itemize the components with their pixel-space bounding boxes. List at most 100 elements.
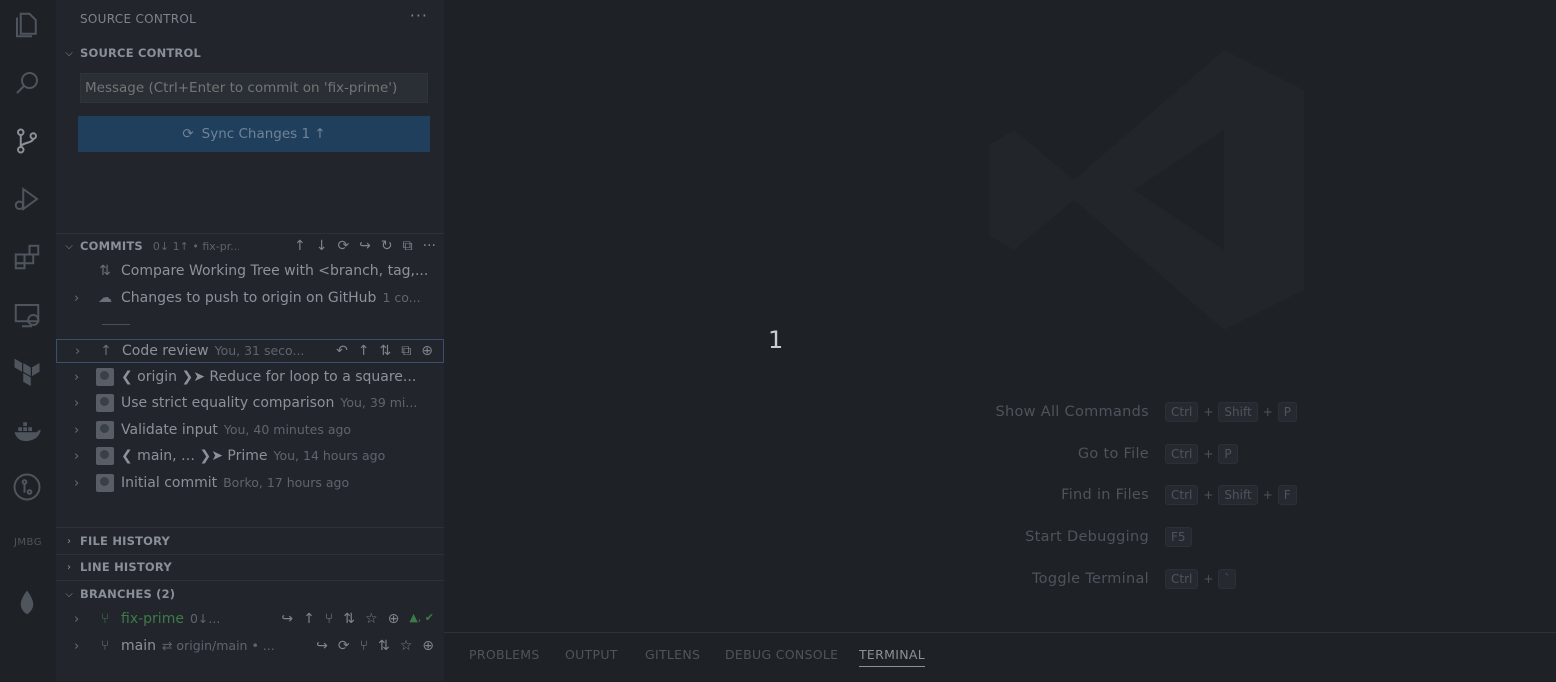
branch-row-toolbar: ↪ ↑ ⑂ ⇅ ☆ ⊕ ▲, ✔ bbox=[281, 611, 434, 627]
source-control-icon[interactable] bbox=[10, 124, 44, 158]
shortcut-go-to-file: Go to File Ctrl + P bbox=[944, 442, 1544, 466]
commits-section-label: COMMITS bbox=[80, 239, 143, 253]
sync-changes-button[interactable]: ⟳ Sync Changes 1 ↑ bbox=[78, 116, 430, 152]
docker-icon[interactable] bbox=[10, 414, 44, 448]
commit-row[interactable]: › Use strict equality comparison You, 39 … bbox=[56, 390, 444, 416]
create-pr-icon[interactable]: ⑂ bbox=[360, 638, 368, 654]
extensions-icon[interactable] bbox=[10, 240, 44, 274]
commit-message-input[interactable] bbox=[80, 73, 428, 103]
commit-row[interactable]: › Initial commit Borko, 17 hours ago bbox=[56, 470, 444, 496]
branch-status: ▲, ✔ bbox=[409, 611, 434, 624]
chevron-right-icon: › bbox=[67, 535, 71, 547]
globe-icon[interactable]: ⊕ bbox=[422, 638, 434, 654]
branch-icon: ⑂ bbox=[100, 638, 110, 654]
key: ` bbox=[1218, 569, 1237, 589]
vscode-logo-watermark-icon bbox=[989, 50, 1304, 330]
switch-branch-icon[interactable]: ↪ bbox=[316, 638, 328, 654]
refresh-icon[interactable]: ↻ bbox=[381, 238, 393, 254]
compare-icon[interactable]: ⇅ bbox=[343, 611, 355, 627]
list-item-compare-working-tree[interactable]: ⇅ Compare Working Tree with <branch, tag… bbox=[56, 258, 444, 284]
commits-toolbar: ↑ ↓ ⟳ ↪ ↻ ⧉ ··· bbox=[294, 238, 436, 254]
avatar bbox=[96, 394, 114, 412]
source-control-sidebar: SOURCE CONTROL ··· ⌵ SOURCE CONTROL ⟳ Sy… bbox=[56, 0, 444, 681]
chevron-right-icon: › bbox=[74, 369, 80, 385]
star-icon[interactable]: ☆ bbox=[400, 638, 413, 654]
compare-icon: ⇅ bbox=[99, 263, 111, 279]
sync-icon[interactable]: ⟳ bbox=[338, 638, 350, 654]
line-history-section-header[interactable]: › LINE HISTORY bbox=[56, 556, 444, 578]
shortcut-show-all-commands: Show All Commands Ctrl + Shift + P bbox=[944, 400, 1544, 424]
tab-problems[interactable]: PROBLEMS bbox=[469, 647, 540, 662]
tab-gitlens[interactable]: GITLENS bbox=[645, 647, 700, 662]
branch-row-toolbar: ↪ ⟳ ⑂ ⇅ ☆ ⊕ bbox=[316, 638, 434, 654]
push-icon[interactable]: ↑ bbox=[294, 238, 306, 254]
tab-terminal[interactable]: TERMINAL bbox=[859, 647, 925, 667]
globe-icon[interactable]: ⊕ bbox=[388, 611, 400, 627]
bottom-panel: PROBLEMS OUTPUT GITLENS DEBUG CONSOLE TE… bbox=[444, 632, 1556, 682]
key: Shift bbox=[1218, 485, 1258, 505]
jmbg-extension-icon[interactable]: JMBG bbox=[10, 537, 46, 548]
list-item-changes-to-push[interactable]: › ☁ Changes to push to origin on GitHub 1… bbox=[56, 285, 444, 311]
sync-changes-label: Sync Changes 1 ↑ bbox=[201, 126, 326, 142]
key: F5 bbox=[1165, 527, 1192, 547]
section-divider bbox=[56, 580, 444, 581]
push-commit-icon[interactable]: ↑ bbox=[358, 343, 370, 359]
commit-row[interactable]: › Validate input You, 40 minutes ago bbox=[56, 417, 444, 443]
switch-branch-icon[interactable]: ↪ bbox=[281, 611, 293, 627]
commit-row-toolbar: ↶ ↑ ⇅ ⧉ ⊕ bbox=[336, 343, 433, 359]
undo-commit-icon[interactable]: ↶ bbox=[336, 343, 348, 359]
shortcut-toggle-terminal: Toggle Terminal Ctrl + ` bbox=[944, 567, 1544, 591]
sync-icon[interactable]: ⟳ bbox=[337, 238, 349, 254]
chevron-down-icon: ⌵ bbox=[65, 588, 73, 600]
key: P bbox=[1218, 444, 1238, 464]
more-actions-button[interactable]: ··· bbox=[410, 6, 428, 25]
branch-row-main[interactable]: › ⑂ main ⇄ origin/main • ... ↪ ⟳ ⑂ ⇅ ☆ ⊕ bbox=[56, 633, 444, 659]
star-icon[interactable]: ☆ bbox=[365, 611, 378, 627]
shortcut-find-in-files: Find in Files Ctrl + Shift + F bbox=[944, 483, 1544, 507]
activity-bar: JMBG bbox=[0, 0, 56, 681]
commit-row[interactable]: › ❮ origin ❯➤ Reduce for loop to a squar… bbox=[56, 364, 444, 390]
section-divider bbox=[56, 233, 444, 234]
compare-icon[interactable]: ⇅ bbox=[380, 343, 392, 359]
create-pr-icon[interactable]: ⑂ bbox=[325, 611, 333, 627]
key: Ctrl bbox=[1165, 569, 1199, 589]
commits-section-header[interactable]: ⌵ COMMITS 0↓ 1↑ • fix-pr... ↑ ↓ ⟳ ↪ ↻ ⧉ … bbox=[56, 235, 444, 257]
terraform-icon[interactable] bbox=[10, 356, 44, 390]
remote-explorer-icon[interactable] bbox=[10, 298, 44, 332]
pull-icon[interactable]: ↓ bbox=[316, 238, 328, 254]
switch-branch-icon[interactable]: ↪ bbox=[359, 238, 371, 254]
run-debug-icon[interactable] bbox=[10, 182, 44, 216]
shortcut-start-debugging: Start Debugging F5 bbox=[944, 525, 1544, 549]
avatar bbox=[96, 474, 114, 492]
commit-row-code-review[interactable]: › ↑ Code review You, 31 seco... ↶ ↑ ⇅ ⧉ ⊕ bbox=[56, 339, 444, 363]
more-icon[interactable]: ··· bbox=[423, 238, 436, 254]
gitlens-icon[interactable] bbox=[10, 470, 44, 504]
compare-icon[interactable]: ⇅ bbox=[378, 638, 390, 654]
chevron-right-icon: › bbox=[74, 475, 80, 491]
sync-icon: ⟳ bbox=[182, 126, 194, 142]
key: Ctrl bbox=[1165, 402, 1199, 422]
commit-row[interactable]: › ❮ main, … ❯➤ Prime You, 14 hours ago bbox=[56, 443, 444, 469]
key: Shift bbox=[1218, 402, 1258, 422]
globe-icon[interactable]: ⊕ bbox=[421, 343, 433, 359]
explorer-icon[interactable] bbox=[10, 8, 44, 42]
branch-row-fix-prime[interactable]: › ⑂ fix-prime 0↓... ↪ ↑ ⑂ ⇅ ☆ ⊕ ▲, ✔ bbox=[56, 606, 444, 632]
push-icon[interactable]: ↑ bbox=[303, 611, 315, 627]
avatar bbox=[96, 421, 114, 439]
chevron-down-icon: ⌵ bbox=[65, 240, 73, 252]
arrow-up-icon: ↑ bbox=[100, 343, 112, 359]
editor-area: 1 Show All Commands Ctrl + Shift + P Go to… bbox=[444, 0, 1556, 632]
key: Ctrl bbox=[1165, 444, 1199, 464]
file-history-section-header[interactable]: › FILE HISTORY bbox=[56, 530, 444, 552]
tab-debug-console[interactable]: DEBUG CONSOLE bbox=[725, 647, 838, 662]
tab-output[interactable]: OUTPUT bbox=[565, 647, 618, 662]
branches-section-header[interactable]: ⌵ BRANCHES (2) bbox=[56, 583, 444, 605]
chevron-right-icon: › bbox=[74, 395, 80, 411]
mongodb-icon[interactable] bbox=[10, 586, 44, 620]
avatar bbox=[96, 447, 114, 465]
search-icon[interactable] bbox=[10, 66, 44, 100]
collapse-all-icon[interactable]: ⧉ bbox=[403, 238, 413, 254]
copy-icon[interactable]: ⧉ bbox=[401, 343, 411, 359]
scm-section-header[interactable]: ⌵ SOURCE CONTROL bbox=[56, 42, 444, 64]
section-divider bbox=[56, 554, 444, 555]
